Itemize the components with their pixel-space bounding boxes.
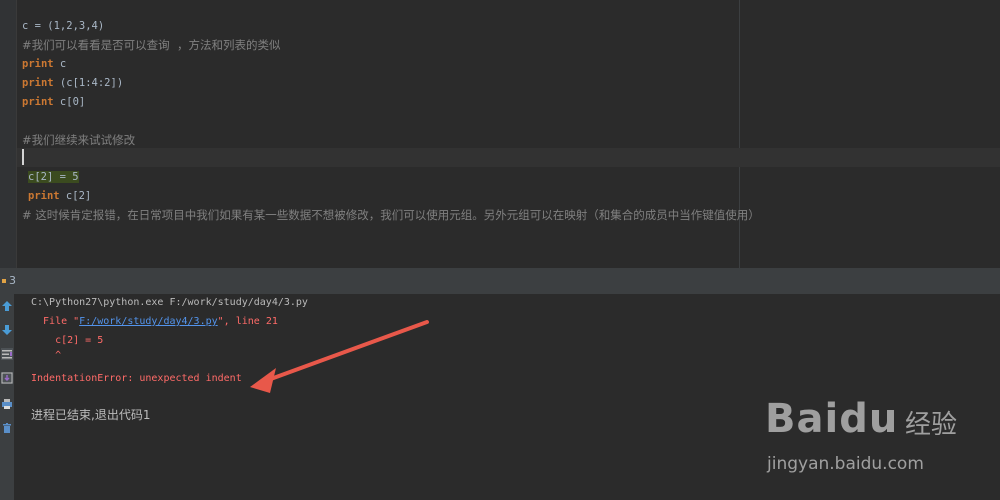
watermark-brand: Baidu <box>765 396 899 442</box>
watermark-url: jingyan.baidu.com <box>767 454 924 474</box>
watermark-product: 经验 <box>905 410 958 440</box>
baidu-jingyan-watermark: Baidu 经验 jingyan.baidu.com <box>765 390 995 490</box>
